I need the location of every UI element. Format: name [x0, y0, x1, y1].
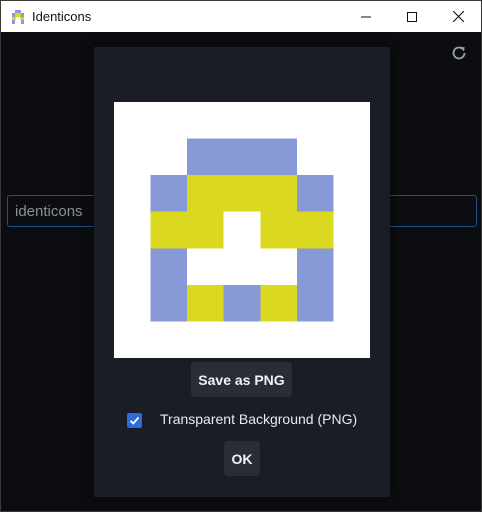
identicon-cell — [187, 284, 224, 322]
identicon-cell — [260, 138, 297, 176]
search-input-value: identicons — [15, 202, 83, 220]
refresh-icon[interactable] — [450, 44, 468, 62]
identicon-cell — [260, 211, 297, 249]
identicon-cell — [187, 175, 224, 212]
identicon-cell — [150, 175, 188, 212]
identicon-cell — [223, 284, 261, 322]
close-icon — [452, 11, 464, 22]
minimize-button[interactable] — [343, 1, 389, 32]
main-content: identicons Save as PNG Transparent Backg… — [1, 32, 481, 511]
identicon-image — [150, 138, 334, 322]
identicon-cell — [150, 284, 188, 322]
identicon-cell — [260, 284, 297, 322]
app-window: Identicons identicons Save as PNG Transp… — [0, 0, 482, 512]
transparent-background-checkbox[interactable] — [127, 413, 142, 428]
ok-button[interactable]: OK — [224, 441, 260, 476]
export-dialog: Save as PNG Transparent Background (PNG)… — [94, 47, 390, 497]
identicon-cell — [296, 211, 334, 249]
identicon-cell — [187, 138, 224, 176]
identicon-cell — [223, 138, 261, 176]
save-as-png-button[interactable]: Save as PNG — [191, 362, 292, 397]
window-controls — [343, 1, 481, 32]
identicon-cell — [150, 211, 188, 249]
identicon-cell — [296, 284, 334, 322]
identicon-cell — [187, 211, 224, 249]
app-icon — [12, 9, 24, 24]
checkmark-icon — [129, 416, 140, 425]
title-bar: Identicons — [1, 1, 481, 32]
identicon-cell — [223, 175, 261, 212]
identicon-cell — [260, 175, 297, 212]
close-button[interactable] — [435, 1, 481, 32]
minimize-icon — [361, 16, 371, 17]
maximize-icon — [407, 11, 417, 22]
save-as-png-label: Save as PNG — [198, 371, 285, 388]
identicon-cell — [296, 175, 334, 212]
transparent-background-label: Transparent Background (PNG) — [160, 411, 358, 427]
identicon-cell — [296, 248, 334, 285]
maximize-button[interactable] — [389, 1, 435, 32]
window-title: Identicons — [32, 9, 92, 24]
ok-label: OK — [231, 450, 253, 467]
identicon-preview — [114, 102, 370, 358]
identicon-cell — [150, 248, 188, 285]
